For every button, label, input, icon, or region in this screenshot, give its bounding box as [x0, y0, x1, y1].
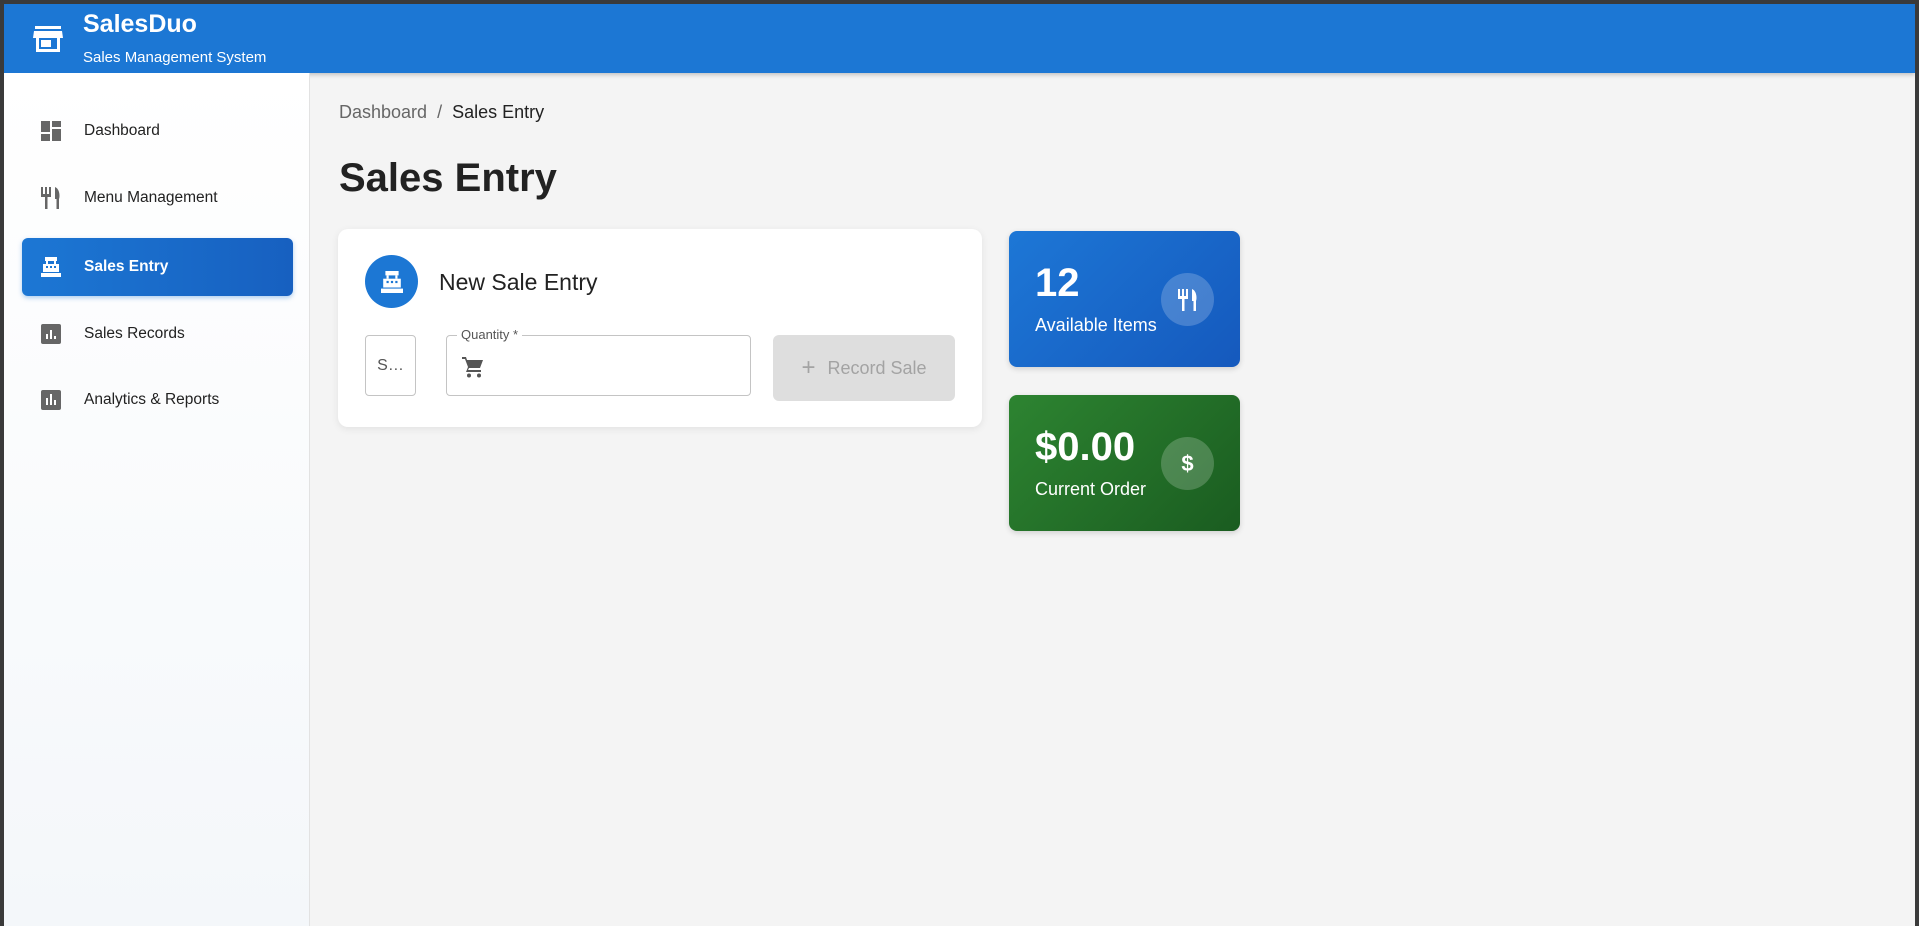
restaurant-icon: [1161, 273, 1214, 326]
store-icon: [33, 26, 63, 52]
app-bar: SalesDuo Sales Management System: [4, 4, 1915, 73]
available-items-label: Available Items: [1035, 315, 1157, 335]
current-order-value: $0.00: [1035, 425, 1136, 469]
page-title: Sales Entry: [339, 156, 557, 200]
sidebar-item-analytics-reports[interactable]: Analytics & Reports: [22, 371, 293, 429]
menu-item-select[interactable]: S…: [365, 335, 416, 396]
sidebar-item-sales-entry[interactable]: Sales Entry: [22, 238, 293, 296]
plus-icon: +: [801, 354, 816, 381]
cart-icon: [462, 357, 483, 378]
sidebar-item-label: Sales Records: [84, 325, 185, 342]
record-sale-label: Record Sale: [827, 357, 927, 378]
new-sale-card: New Sale Entry S… Quantity * + Record Sa…: [338, 229, 982, 427]
card-title: New Sale Entry: [439, 269, 598, 295]
sidebar-item-label: Analytics & Reports: [84, 391, 220, 408]
app-window: SalesDuo Sales Management System Dashboa…: [4, 4, 1915, 926]
point-of-sale-icon: [365, 255, 418, 308]
current-order-card: $0.00 Current Order $: [1009, 395, 1240, 531]
sidebar-item-menu-management[interactable]: Menu Management: [22, 169, 293, 227]
available-items-value: 12: [1035, 261, 1080, 305]
breadcrumb-separator: /: [437, 102, 443, 122]
quantity-label: Quantity *: [457, 327, 523, 342]
current-order-label: Current Order: [1035, 479, 1147, 499]
app-tagline: Sales Management System: [83, 49, 267, 66]
breadcrumb-current: Sales Entry: [452, 102, 545, 122]
sidebar-item-sales-records[interactable]: Sales Records: [22, 305, 293, 363]
breadcrumb: Dashboard / Sales Entry: [339, 102, 544, 123]
sidebar-item-label: Menu Management: [84, 189, 218, 206]
sidebar-item-label: Sales Entry: [84, 258, 169, 275]
select-value: S…: [377, 356, 404, 374]
bar-chart-icon: [41, 390, 61, 410]
record-sale-button[interactable]: + Record Sale: [773, 335, 955, 401]
sidebar-item-label: Dashboard: [84, 122, 160, 139]
dashboard-icon: [41, 121, 61, 141]
app-brand: SalesDuo: [83, 10, 197, 38]
sidebar: Dashboard Menu Management Sales Entry Sa…: [4, 73, 310, 926]
sidebar-item-dashboard[interactable]: Dashboard: [22, 102, 293, 160]
dollar-icon: $: [1161, 437, 1214, 490]
assessment-icon: [41, 324, 61, 344]
restaurant-icon: [41, 187, 61, 209]
breadcrumb-link-dashboard[interactable]: Dashboard: [339, 102, 427, 123]
quantity-field[interactable]: Quantity *: [446, 327, 751, 396]
available-items-card: 12 Available Items: [1009, 231, 1240, 367]
point-of-sale-icon: [41, 257, 61, 277]
